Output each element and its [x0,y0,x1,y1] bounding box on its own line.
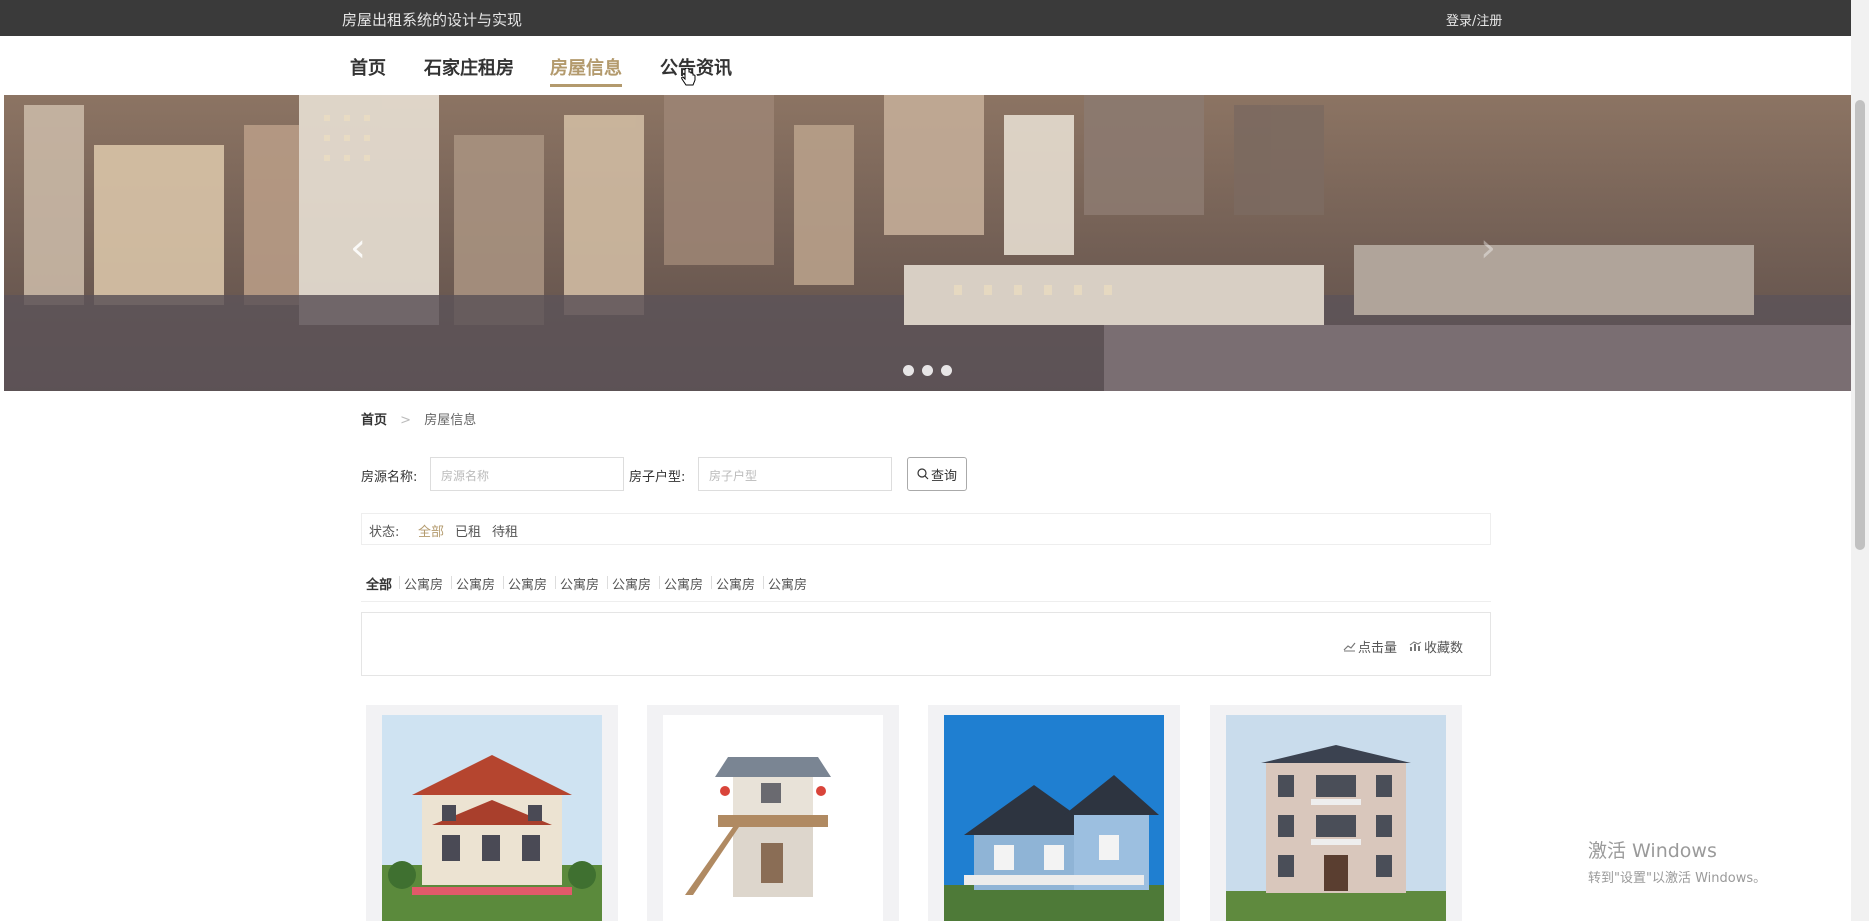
breadcrumb-separator: > [400,413,412,428]
house-type-label: 房子户型: [629,470,686,485]
top-bar: 房屋出租系统的设计与实现 登录/注册 [0,0,1851,36]
type-option[interactable]: 公寓房 [716,574,755,593]
main-nav: 首页 石家庄租房 房屋信息 公告资讯 [0,36,1851,95]
type-divider [503,576,504,589]
watermark-title: 激活 Windows [1588,840,1717,862]
city-skyline-image [4,95,1851,391]
chevron-left-icon[interactable]: ‹ [350,225,366,271]
nav-item-announcements[interactable]: 公告资讯 [660,54,732,84]
carousel-dot-1[interactable] [903,365,914,376]
status-option-all[interactable]: 全部 [418,521,444,540]
sort-by-clicks[interactable]: 点击量 [1343,637,1397,656]
watermark-subtitle: 转到"设置"以激活 Windows。 [1588,871,1767,886]
house-image-blue-house [944,715,1164,921]
house-card[interactable] [928,705,1180,921]
house-image-three-story [1226,715,1446,921]
carousel-dot-3[interactable] [941,365,952,376]
house-card[interactable] [647,705,899,921]
house-card[interactable] [1210,705,1462,921]
type-option[interactable]: 公寓房 [404,574,443,593]
status-option-rented[interactable]: 已租 [455,521,481,540]
type-divider [399,576,400,589]
sort-favorites-label: 收藏数 [1424,641,1464,656]
type-option[interactable]: 公寓房 [456,574,495,593]
search-button-label: 查询 [930,468,957,484]
type-divider [451,576,452,589]
windows-activation-watermark: 激活 Windows 转到"设置"以激活 Windows。 [1588,836,1766,886]
status-label: 状态: [369,525,400,540]
house-image-cottage [663,715,883,921]
sort-by-favorites[interactable]: 收藏数 [1409,637,1463,656]
nav-item-shijiazhuang-rent[interactable]: 石家庄租房 [424,54,514,84]
breadcrumb-home[interactable]: 首页 [361,413,387,428]
type-option-all[interactable]: 全部 [366,574,392,593]
house-name-label: 房源名称: [361,470,418,485]
house-type-filter: 全部 公寓房 公寓房 公寓房 公寓房 公寓房 公寓房 公寓房 公寓房 [361,572,1491,602]
type-divider [607,576,608,589]
login-register-link[interactable]: 登录/注册 [1446,10,1502,29]
type-option[interactable]: 公寓房 [768,574,807,593]
type-divider [659,576,660,589]
type-option[interactable]: 公寓房 [664,574,703,593]
nav-item-home[interactable]: 首页 [350,54,386,84]
status-option-available[interactable]: 待租 [492,521,518,540]
breadcrumb-current: 房屋信息 [424,413,477,428]
type-option[interactable]: 公寓房 [560,574,599,593]
search-icon [917,468,929,480]
trend-up-icon [1343,642,1356,652]
type-option[interactable]: 公寓房 [612,574,651,593]
chevron-right-icon[interactable]: › [1480,225,1496,271]
status-filter: 状态: 全部 已租 待租 [361,513,1491,545]
site-title: 房屋出租系统的设计与实现 [342,11,523,29]
sort-bar: 点击量 收藏数 [361,612,1491,676]
sort-clicks-label: 点击量 [1358,641,1398,656]
house-image-villa [382,715,602,921]
scrollbar-thumb[interactable] [1855,100,1865,550]
carousel-dot-2[interactable] [922,365,933,376]
type-divider [711,576,712,589]
hero-banner: ‹ › [4,95,1851,391]
hand-cursor-icon [681,68,696,86]
breadcrumb: 首页 > 房屋信息 [361,409,476,428]
bar-chart-icon [1409,641,1422,651]
type-divider [763,576,764,589]
nav-item-house-info[interactable]: 房屋信息 [550,54,622,87]
house-type-input[interactable]: 房子户型 [698,457,892,491]
type-divider [555,576,556,589]
search-button[interactable]: 查询 [907,457,967,491]
type-option[interactable]: 公寓房 [508,574,547,593]
house-card[interactable] [366,705,618,921]
page-scrollbar[interactable] [1851,0,1869,921]
house-name-input[interactable]: 房源名称 [430,457,624,491]
